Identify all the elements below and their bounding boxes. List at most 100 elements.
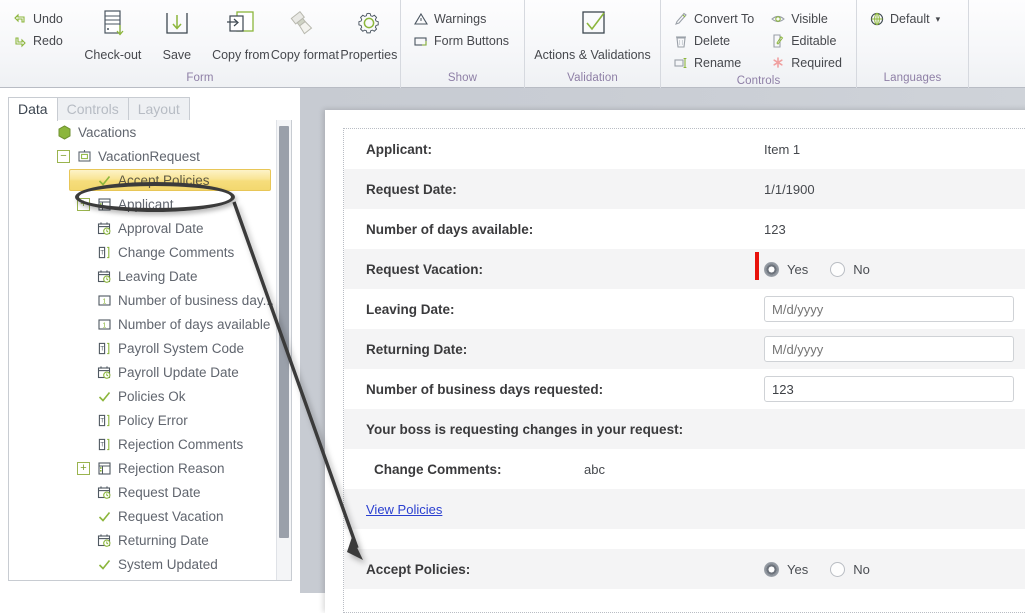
tree-item-label: Leaving Date bbox=[118, 268, 198, 284]
form-input-number-of-business-days-requested[interactable] bbox=[764, 376, 1014, 402]
tree-item-label: Request Vacation bbox=[118, 508, 224, 524]
form-buttons-label: Form Buttons bbox=[434, 34, 510, 48]
boolean-check-icon bbox=[96, 556, 113, 573]
tree-item-vacationrequest[interactable]: − VacationRequest bbox=[9, 144, 277, 168]
copy-from-label: Copy from bbox=[212, 48, 270, 62]
tree-item-system-updated[interactable]: System Updated bbox=[9, 552, 277, 576]
radio-dot[interactable] bbox=[764, 561, 779, 577]
editable-page-icon bbox=[770, 33, 786, 49]
tree-item-accept-policies[interactable]: Accept Policies bbox=[9, 168, 277, 192]
tree-scrollbar[interactable] bbox=[276, 120, 291, 580]
tree-item-rejection-comments[interactable]: T Rejection Comments bbox=[9, 432, 277, 456]
tree-item-policies-ok[interactable]: Policies Ok bbox=[9, 384, 277, 408]
tree-item-number-of-days-available[interactable]: 1 Number of days available bbox=[9, 312, 277, 336]
form-preview-panel: Applicant: Item 1 Request Date: 1/1/1900 Num… bbox=[325, 110, 1025, 613]
ribbon-group-languages: Default ▾ Languages bbox=[856, 0, 968, 88]
tree-item-returning-date[interactable]: Returning Date bbox=[9, 528, 277, 552]
actions-and-validations-button[interactable]: Actions & Validations bbox=[533, 4, 652, 62]
redo-icon bbox=[12, 33, 28, 49]
entity-hex-icon bbox=[56, 124, 73, 141]
form-buttons-button[interactable]: Form Buttons bbox=[409, 30, 513, 52]
required-asterisk-icon bbox=[770, 55, 786, 71]
ribbon-group-caption-validation: Validation bbox=[567, 72, 618, 84]
form-value: abc bbox=[584, 461, 605, 477]
svg-text:1: 1 bbox=[102, 320, 106, 329]
tree-item-vacations[interactable]: Vacations bbox=[9, 120, 277, 144]
copy-format-icon bbox=[287, 7, 323, 45]
tab-controls[interactable]: Controls bbox=[56, 97, 129, 121]
tree-item-label: Number of business day... bbox=[118, 292, 274, 308]
data-tree[interactable]: Vacations − VacationRequest Accept Policies… bbox=[9, 120, 277, 580]
tree-item-label: Number of days available bbox=[118, 316, 271, 332]
redo-button[interactable]: Redo bbox=[8, 30, 67, 52]
form-row-your-boss-is-requesting-changes-in-your-request: Your boss is requesting changes in your … bbox=[344, 409, 1025, 449]
text-icon: T bbox=[96, 412, 113, 429]
warnings-label: Warnings bbox=[434, 12, 487, 26]
radio-dot[interactable] bbox=[830, 261, 846, 277]
tree-item-payroll-system-code[interactable]: T Payroll System Code bbox=[9, 336, 277, 360]
tab-data[interactable]: Data bbox=[8, 97, 58, 121]
tree-item-label: Rejection Comments bbox=[118, 436, 244, 452]
form-label: Number of days available: bbox=[366, 221, 534, 237]
collapse-icon[interactable]: − bbox=[57, 149, 70, 163]
check-out-button[interactable]: Check-out bbox=[81, 4, 145, 62]
convert-to-button[interactable]: Convert To bbox=[669, 8, 758, 30]
form-input-leaving-date[interactable] bbox=[764, 296, 1014, 322]
tree-item-label: VacationRequest bbox=[98, 148, 200, 164]
number-icon: 1 bbox=[96, 292, 113, 309]
tree-item-payroll-update-date[interactable]: Payroll Update Date bbox=[9, 360, 277, 384]
rename-button[interactable]: Rename bbox=[669, 52, 758, 74]
checkmark-box-icon bbox=[577, 7, 609, 45]
properties-button[interactable]: Properties bbox=[337, 4, 401, 62]
copy-format-button[interactable]: Copy format bbox=[271, 4, 339, 62]
radio-option-no[interactable]: No bbox=[830, 261, 870, 277]
tree-item-number-of-business-day[interactable]: 1 Number of business day... bbox=[9, 288, 277, 312]
tab-label: Controls bbox=[66, 101, 119, 117]
copy-from-button[interactable]: Copy from bbox=[209, 4, 273, 62]
chevron-down-icon[interactable]: ▾ bbox=[936, 14, 941, 25]
tree-item-approval-date[interactable]: Approval Date bbox=[9, 216, 277, 240]
visible-button[interactable]: Visible bbox=[766, 8, 846, 30]
warnings-button[interactable]: Warnings bbox=[409, 8, 513, 30]
editable-button[interactable]: Editable bbox=[766, 30, 846, 52]
radio-option-no[interactable]: No bbox=[830, 561, 870, 577]
tree-item-policy-error[interactable]: T Policy Error bbox=[9, 408, 277, 432]
radio-group-request-vacation: Yes No bbox=[755, 251, 892, 280]
convert-to-label: Convert To bbox=[694, 12, 755, 26]
expand-icon[interactable]: + bbox=[77, 461, 90, 475]
delete-button[interactable]: Delete bbox=[669, 30, 758, 52]
tree-scrollbar-thumb[interactable] bbox=[279, 126, 289, 538]
tree-item-applicant[interactable]: + Applicant bbox=[9, 192, 277, 216]
tree-item-label: Payroll Update Date bbox=[118, 364, 239, 380]
form-label: Leaving Date: bbox=[366, 301, 455, 317]
undo-label: Undo bbox=[33, 12, 63, 26]
tab-label: Data bbox=[18, 101, 48, 117]
required-button[interactable]: Required bbox=[766, 52, 846, 74]
ribbon-group-empty bbox=[968, 0, 1025, 88]
tree-item-request-date[interactable]: Request Date bbox=[9, 480, 277, 504]
expand-icon[interactable]: + bbox=[77, 197, 90, 211]
view-policies-link[interactable]: View Policies bbox=[344, 502, 442, 517]
radio-option-yes[interactable]: Yes bbox=[764, 261, 808, 277]
tree-item-rejection-reason[interactable]: + Rejection Reason bbox=[9, 456, 277, 480]
radio-dot[interactable] bbox=[764, 261, 779, 277]
form-row-accept-policies: Accept Policies: Yes No bbox=[344, 549, 1025, 589]
save-button[interactable]: Save bbox=[145, 4, 209, 62]
tree-item-change-comments[interactable]: T Change Comments bbox=[9, 240, 277, 264]
warning-triangle-icon bbox=[413, 11, 429, 27]
default-language-dropdown[interactable]: Default ▾ bbox=[865, 8, 944, 30]
tab-layout[interactable]: Layout bbox=[127, 97, 190, 121]
form-input-returning-date[interactable] bbox=[764, 336, 1014, 362]
radio-option-yes[interactable]: Yes bbox=[764, 561, 808, 577]
form-label: Applicant: bbox=[366, 141, 432, 157]
datetime-icon bbox=[96, 220, 113, 237]
tree-item-label: Approval Date bbox=[118, 220, 204, 236]
convert-to-icon bbox=[673, 11, 689, 27]
radio-dot[interactable] bbox=[830, 561, 846, 577]
visible-label: Visible bbox=[791, 12, 828, 26]
undo-button[interactable]: Undo bbox=[8, 8, 67, 30]
form-row-spacer bbox=[344, 529, 1025, 549]
tree-item-request-vacation[interactable]: Request Vacation bbox=[9, 504, 277, 528]
tree-item-leaving-date[interactable]: Leaving Date bbox=[9, 264, 277, 288]
ribbon-group-validation: Actions & Validations Validation bbox=[524, 0, 660, 88]
